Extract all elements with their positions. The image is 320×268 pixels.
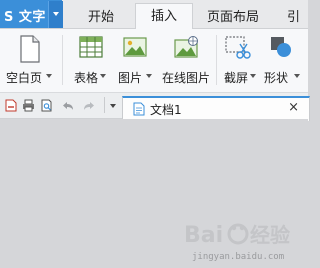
table-label: 表格 — [74, 71, 99, 85]
blank-page-button[interactable]: 空白页 — [0, 29, 60, 92]
document-icon — [133, 102, 145, 116]
toolbar-divider — [104, 97, 105, 113]
print-preview-icon[interactable] — [40, 99, 53, 112]
app-menu-button[interactable]: S 文字 — [0, 0, 63, 28]
chevron-down-icon[interactable] — [146, 74, 152, 78]
svg-text:经验: 经验 — [250, 223, 290, 247]
app-menu-dropdown-icon[interactable] — [48, 1, 63, 28]
screenshot-label: 截屏 — [224, 71, 249, 85]
menu-tab-bar: S 文字 开始 插入 页面布局 引用 — [0, 0, 308, 44]
picture-button[interactable]: 图片 — [113, 29, 157, 92]
close-tab-button[interactable]: × — [288, 100, 299, 115]
picture-icon — [123, 37, 147, 57]
insert-ribbon: 空白页 表格 图片 在线图片 截屏 形状 — [0, 29, 308, 93]
watermark-url: jingyan.baidu.com — [192, 252, 285, 262]
online-picture-icon — [174, 36, 198, 58]
chevron-down-icon[interactable] — [46, 74, 52, 78]
document-tab-label: 文档1 — [150, 103, 182, 117]
chevron-down-icon[interactable] — [294, 74, 300, 78]
tab-page-layout[interactable]: 页面布局 — [207, 6, 259, 25]
app-menu-label: S 文字 — [4, 10, 46, 25]
blank-page-label: 空白页 — [6, 71, 43, 85]
online-picture-label: 在线图片 — [162, 71, 211, 85]
shapes-button[interactable]: 形状 — [260, 29, 304, 92]
screenshot-button[interactable]: 截屏 — [220, 29, 260, 92]
print-icon[interactable] — [22, 99, 35, 112]
undo-icon[interactable] — [62, 99, 75, 112]
chevron-down-icon[interactable] — [250, 74, 256, 78]
redo-icon[interactable] — [82, 99, 95, 112]
tab-home[interactable]: 开始 — [88, 6, 114, 25]
export-pdf-icon[interactable] — [4, 99, 17, 112]
shapes-label: 形状 — [264, 71, 289, 85]
chevron-down-icon[interactable] — [100, 74, 106, 78]
online-picture-button[interactable]: 在线图片 — [160, 29, 214, 92]
customize-dropdown-icon[interactable] — [110, 104, 116, 108]
blank-page-icon — [20, 35, 40, 63]
document-tab[interactable]: 文档1 × — [122, 96, 310, 121]
table-button[interactable]: 表格 — [70, 29, 110, 92]
picture-label: 图片 — [118, 71, 143, 85]
ribbon-divider — [62, 35, 63, 85]
tab-insert[interactable]: 插入 — [135, 3, 193, 29]
shapes-icon — [271, 37, 291, 57]
ribbon-divider — [216, 35, 217, 85]
svg-text:Bai: Bai — [184, 223, 223, 248]
screenshot-icon — [225, 36, 251, 59]
table-icon — [79, 36, 103, 58]
